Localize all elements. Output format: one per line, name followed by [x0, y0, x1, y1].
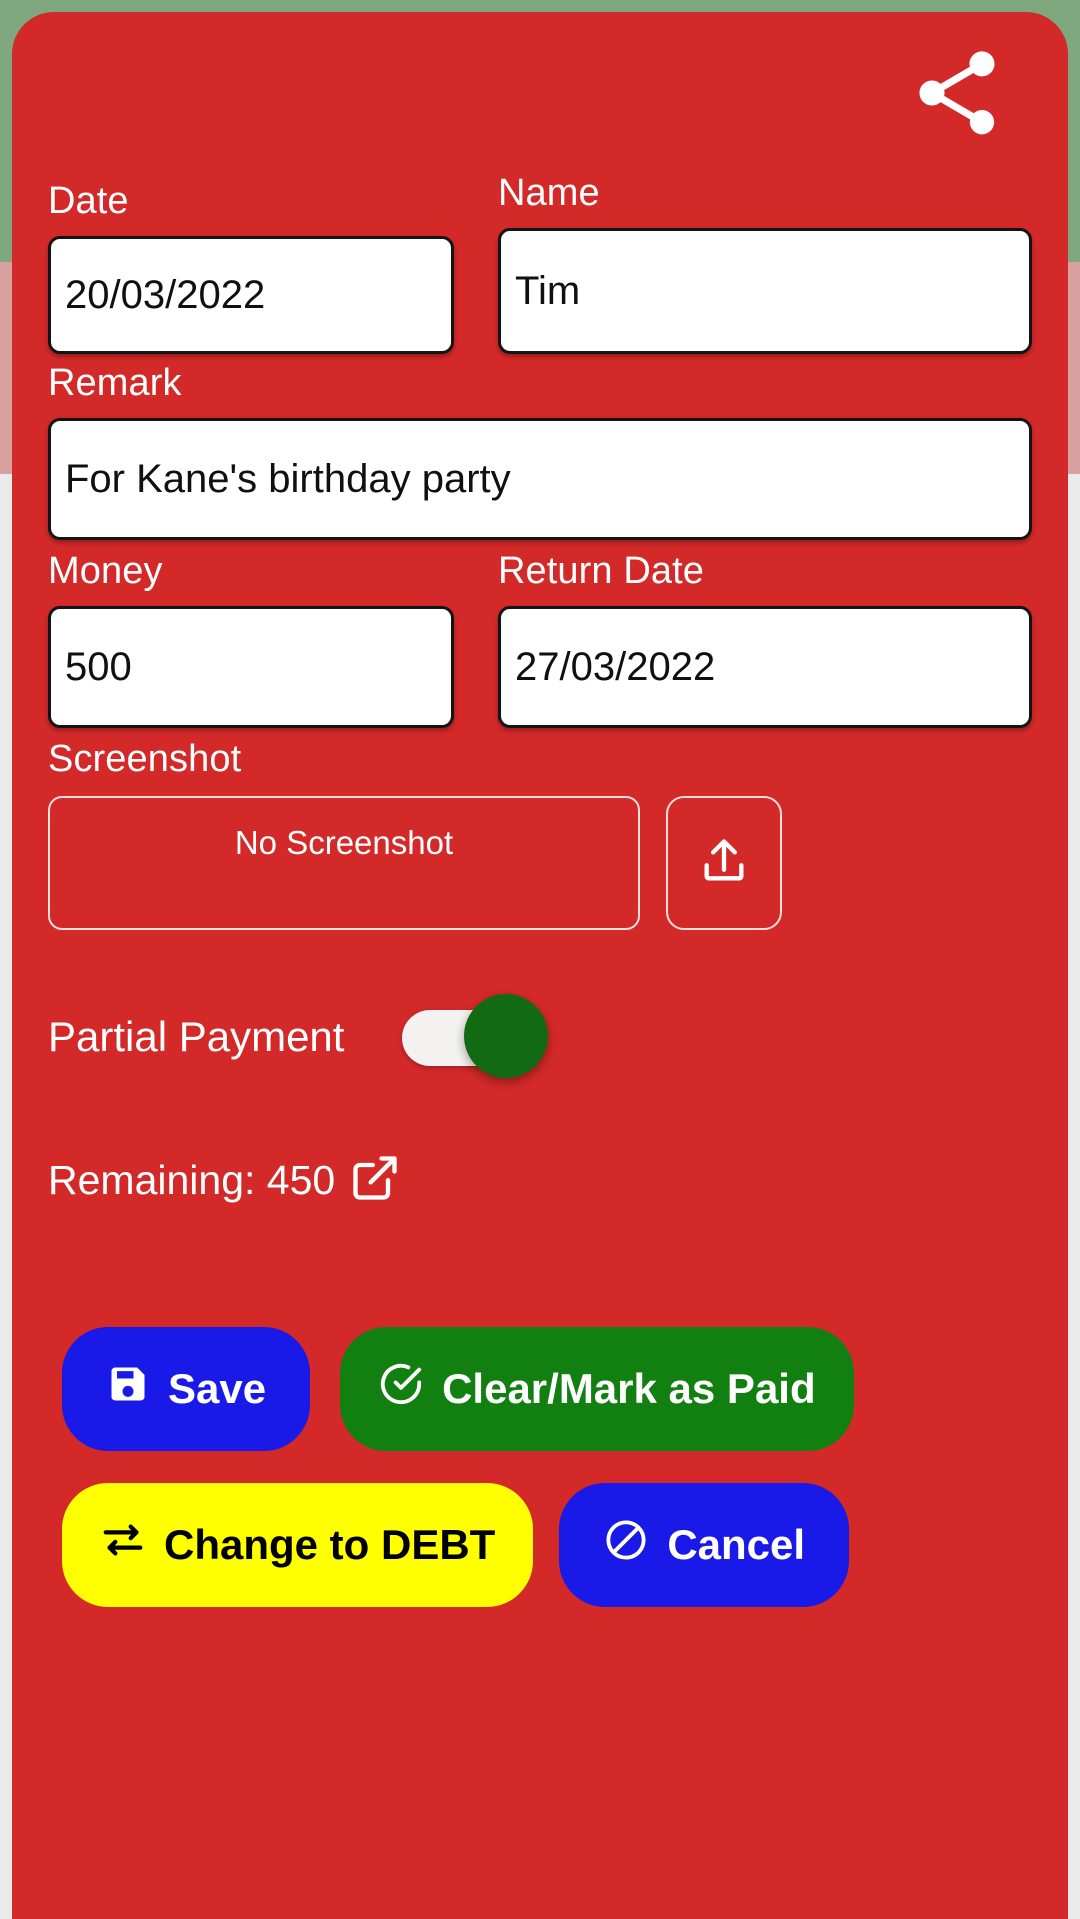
date-input[interactable]: 20/03/2022 — [48, 236, 454, 354]
date-group: Date 20/03/2022 — [48, 178, 454, 354]
share-icon — [907, 43, 1007, 143]
share-button[interactable] — [902, 38, 1012, 148]
check-circle-icon — [378, 1361, 442, 1417]
remark-group: Remark For Kane's birthday party — [48, 360, 1032, 540]
money-input[interactable]: 500 — [48, 606, 454, 728]
external-link-icon — [349, 1152, 401, 1209]
date-label: Date — [48, 180, 129, 222]
name-group: Name Tim — [498, 170, 1032, 354]
save-button-label: Save — [168, 1365, 267, 1412]
screenshot-label: Screenshot — [48, 738, 242, 780]
toggle-thumb — [464, 994, 549, 1078]
secondary-action-row: Change to DEBT Cancel — [48, 1483, 1032, 1607]
save-floppy-icon — [106, 1362, 168, 1416]
exchange-arrows-icon — [100, 1517, 164, 1573]
cancel-button-label: Cancel — [667, 1521, 806, 1568]
name-label: Name — [498, 172, 600, 214]
name-input[interactable]: Tim — [498, 228, 1032, 354]
screenshot-row: No Screenshot — [48, 796, 1032, 930]
no-entry-icon — [603, 1517, 667, 1573]
screenshot-group: Screenshot No Screenshot — [48, 736, 1032, 930]
change-to-debt-button[interactable]: Change to DEBT — [62, 1483, 534, 1607]
return-date-group: Return Date 27/03/2022 — [498, 548, 1032, 728]
partial-payment-toggle[interactable] — [402, 994, 549, 1078]
clear-mark-paid-label: Clear/Mark as Paid — [442, 1365, 816, 1412]
money-return-row: Money 500 Return Date 27/03/2022 — [48, 548, 1032, 728]
remark-input[interactable]: For Kane's birthday party — [48, 418, 1032, 540]
remaining-amount: Remaining: 450 — [48, 1157, 336, 1203]
screenshot-preview[interactable]: No Screenshot — [48, 796, 640, 930]
debt-entry-dialog: Date 20/03/2022 Name Tim Remark For Kane… — [12, 12, 1068, 1919]
partial-payment-row: Partial Payment — [48, 994, 1032, 1080]
return-date-input[interactable]: 27/03/2022 — [498, 606, 1032, 728]
save-button[interactable]: Save — [62, 1327, 311, 1451]
partial-payment-label: Partial Payment — [48, 1013, 345, 1060]
upload-screenshot-button[interactable] — [666, 796, 782, 930]
entry-form: Date 20/03/2022 Name Tim Remark For Kane… — [12, 172, 1068, 1607]
remark-label: Remark — [48, 362, 182, 404]
clear-mark-paid-button[interactable]: Clear/Mark as Paid — [340, 1327, 854, 1451]
upload-icon — [698, 835, 750, 892]
return-date-label: Return Date — [498, 550, 704, 592]
money-group: Money 500 — [48, 548, 454, 728]
cancel-button[interactable]: Cancel — [559, 1483, 850, 1607]
primary-action-row: Save Clear/Mark as Paid — [48, 1327, 1032, 1451]
money-label: Money — [48, 550, 163, 592]
change-to-debt-label: Change to DEBT — [164, 1521, 496, 1568]
date-name-row: Date 20/03/2022 Name Tim — [48, 172, 1032, 354]
remaining-row: Remaining: 450 — [48, 1152, 1032, 1209]
remaining-details-button[interactable] — [349, 1152, 401, 1209]
